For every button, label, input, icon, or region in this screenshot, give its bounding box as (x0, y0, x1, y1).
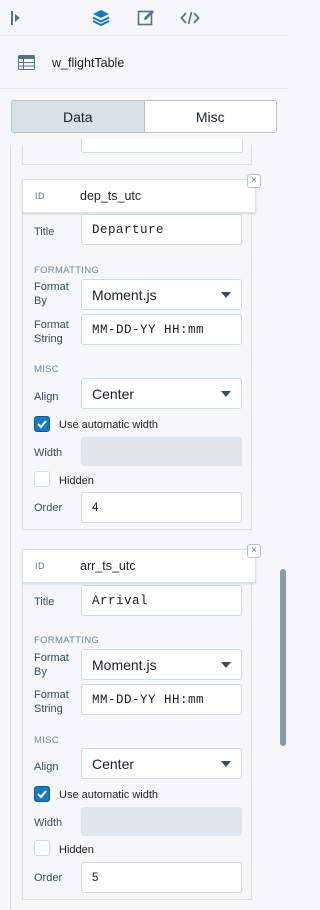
format-by-value: Moment.js (92, 656, 157, 673)
table-icon (18, 55, 35, 75)
format-by-select[interactable]: Moment.js (81, 649, 242, 680)
edit-icon[interactable] (136, 8, 156, 28)
left-rail (10, 145, 11, 910)
column-id-bar: ID arr_ts_utc × (22, 544, 261, 583)
remove-column-button[interactable]: × (247, 174, 261, 188)
chevron-down-icon (221, 662, 231, 668)
format-string-input[interactable]: MM-DD-YY HH:mm (81, 684, 242, 715)
auto-width-label: Use automatic width (59, 789, 159, 801)
misc-section: MISC (34, 735, 59, 746)
width-input (81, 807, 242, 836)
width-label: Width (34, 817, 63, 829)
align-select[interactable]: Center (81, 748, 242, 779)
align-label: Align (34, 761, 59, 773)
id-tag: ID (35, 561, 45, 571)
title-input[interactable]: Departure (81, 214, 242, 245)
layers-icon[interactable] (91, 8, 111, 28)
formatting-section: FORMATTING (34, 265, 100, 276)
title-label: Title (34, 596, 55, 608)
checkmark-icon (37, 420, 47, 429)
order-input[interactable]: 4 (81, 492, 242, 523)
order-label: Order (34, 872, 63, 884)
width-label: Width (34, 447, 63, 459)
auto-width-label: Use automatic width (59, 419, 159, 431)
title-input[interactable]: Arrival (81, 585, 242, 616)
hidden-checkbox[interactable] (34, 471, 50, 487)
align-value: Center (92, 385, 135, 402)
misc-section: MISC (34, 364, 59, 375)
align-value: Center (92, 755, 135, 772)
chevron-down-icon (221, 391, 231, 397)
checkmark-icon (37, 790, 47, 799)
align-label: Align (34, 391, 59, 403)
widget-name: w_flightTable (52, 56, 125, 70)
previous-column-card (22, 139, 252, 165)
format-by-value: Moment.js (92, 286, 157, 303)
widget-header: w_flightTable (0, 37, 288, 89)
hidden-checkbox[interactable] (34, 840, 50, 856)
id-tag: ID (35, 191, 45, 201)
tab-data[interactable]: Data (12, 101, 145, 132)
column-card-dep (22, 196, 252, 530)
order-label: Order (34, 502, 63, 514)
chevron-down-icon (221, 292, 231, 298)
auto-width-checkbox[interactable] (34, 416, 50, 432)
format-string-label: Format String (34, 319, 69, 345)
hidden-label: Hidden (59, 475, 94, 487)
formatting-section: FORMATTING (34, 635, 100, 646)
hidden-label: Hidden (59, 844, 94, 856)
title-label: Title (34, 226, 55, 238)
format-by-label: Format By (34, 652, 69, 678)
order-input[interactable]: 5 (81, 862, 242, 893)
align-select[interactable]: Center (81, 378, 242, 409)
format-string-input[interactable]: MM-DD-YY HH:mm (81, 314, 242, 345)
column-id: arr_ts_utc (80, 559, 136, 573)
column-card-arr (22, 566, 252, 900)
column-id-bar: ID dep_ts_utc × (22, 174, 261, 213)
format-string-label: Format String (34, 689, 69, 715)
panel-toolbar (0, 0, 288, 36)
width-input (81, 437, 242, 466)
collapse-panel-icon[interactable] (6, 8, 26, 28)
vertical-scrollbar[interactable] (280, 569, 286, 746)
remove-column-button[interactable]: × (247, 544, 261, 558)
auto-width-checkbox[interactable] (34, 786, 50, 802)
tab-group: Data Misc (11, 100, 277, 133)
chevron-down-icon (221, 761, 231, 767)
code-icon[interactable] (180, 8, 200, 28)
tab-misc[interactable]: Misc (145, 101, 277, 132)
format-by-label: Format By (34, 281, 69, 307)
column-id: dep_ts_utc (80, 189, 142, 203)
format-by-select[interactable]: Moment.js (81, 279, 242, 310)
previous-order-input[interactable] (81, 139, 243, 153)
